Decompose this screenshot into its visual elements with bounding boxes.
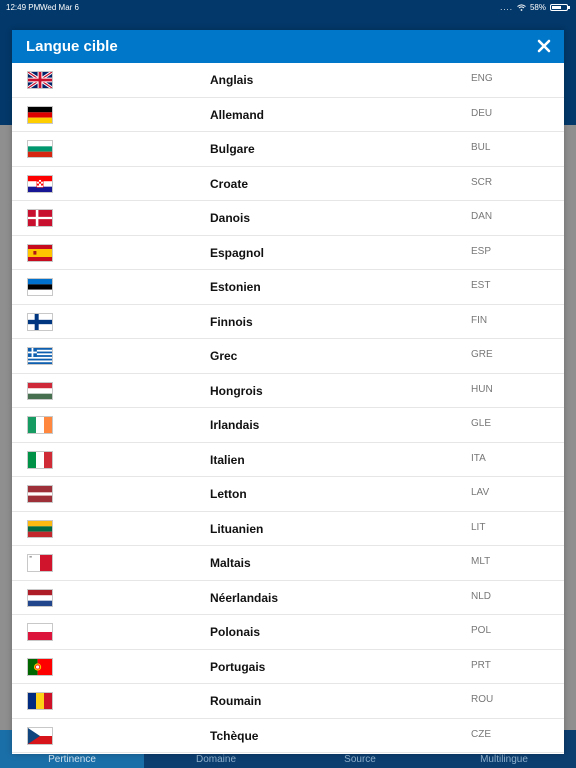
language-name: Croate [210, 176, 249, 191]
language-row[interactable]: Estonien EST [12, 270, 564, 305]
language-code: ROU [471, 694, 494, 705]
language-row[interactable]: Maltais MLT [12, 546, 564, 581]
language-row[interactable]: Grec GRE [12, 339, 564, 374]
latvia-flag-icon [27, 485, 53, 503]
language-name: Anglais [210, 73, 254, 87]
language-row[interactable]: Espagnol ESP [12, 236, 564, 270]
language-name: Hongrois [210, 383, 263, 398]
language-row[interactable]: Hongrois HUN [12, 374, 564, 408]
language-row[interactable]: Allemand DEU [12, 98, 564, 132]
language-code: DAN [471, 211, 493, 222]
language-row[interactable]: Bulgare BUL [12, 132, 564, 167]
battery-icon [550, 4, 570, 11]
multitasking-dots-icon: .... [500, 3, 513, 12]
language-row[interactable]: Anglais ENG [12, 63, 564, 98]
language-row[interactable]: Lituanien LIT [12, 512, 564, 546]
romania-flag-icon [27, 692, 53, 710]
denmark-flag-icon [27, 209, 53, 227]
language-row[interactable]: Letton LAV [12, 477, 564, 512]
language-name: Roumain [210, 694, 262, 708]
language-code: PRT [471, 659, 491, 671]
language-name: Grec [210, 349, 238, 363]
language-row[interactable]: Croate SCR [12, 167, 564, 201]
language-code: FIN [471, 314, 488, 326]
wifi-icon [517, 4, 526, 11]
modal-title: Langue cible [26, 38, 118, 55]
status-date: Wed Mar 6 [40, 3, 79, 12]
language-code: MLT [471, 556, 491, 567]
malta-flag-icon [27, 554, 53, 572]
language-code: GRE [471, 349, 493, 360]
language-row[interactable]: Finnois FIN [12, 305, 564, 339]
language-name: Finnois [210, 314, 253, 329]
croatia-flag-icon [27, 174, 53, 193]
language-code: ENG [471, 73, 493, 84]
language-name: Tchèque [210, 728, 259, 743]
lithuania-flag-icon [27, 519, 53, 538]
language-name: Lituanien [210, 521, 264, 536]
language-code: HUN [471, 383, 493, 395]
tab-label: Domaine [195, 754, 237, 765]
language-name: Italien [210, 452, 245, 467]
uk-flag-icon [27, 71, 53, 89]
language-name: Bulgare [210, 142, 255, 156]
target-language-modal: Langue cible Anglais ENG Allemand DEU Bu… [12, 30, 564, 754]
status-indicators: .... 58% [500, 3, 570, 12]
germany-flag-icon [27, 105, 53, 124]
language-name: Irlandais [210, 418, 260, 432]
spain-flag-icon [27, 243, 53, 262]
ireland-flag-icon [27, 416, 53, 434]
language-name: Portugais [210, 659, 266, 674]
language-code: SCR [471, 176, 493, 188]
language-row[interactable]: Irlandais GLE [12, 408, 564, 443]
language-code: LAV [471, 487, 490, 498]
language-name: Maltais [210, 556, 251, 570]
status-bar: 12:49 PM Wed Mar 6 .... 58% [0, 0, 576, 16]
hungary-flag-icon [27, 381, 53, 400]
italy-flag-icon [27, 450, 53, 469]
finland-flag-icon [27, 312, 53, 331]
czech-flag-icon [27, 726, 53, 745]
greece-flag-icon [27, 347, 53, 365]
language-code: GLE [471, 418, 492, 429]
language-code: DEU [471, 107, 493, 119]
status-time: 12:49 PM [6, 3, 41, 12]
language-code: NLD [471, 590, 492, 602]
language-list: Anglais ENG Allemand DEU Bulgare BUL Cro… [12, 63, 564, 753]
language-code: CZE [471, 728, 491, 740]
close-icon[interactable] [536, 38, 552, 54]
bulgaria-flag-icon [27, 140, 53, 158]
language-code: ITA [471, 452, 486, 464]
language-code: BUL [471, 142, 491, 153]
tab-label: Multilingue [480, 754, 528, 765]
tab-label: Pertinence [48, 754, 96, 765]
language-row[interactable]: Danois DAN [12, 201, 564, 236]
modal-header: Langue cible [12, 30, 564, 63]
poland-flag-icon [27, 623, 53, 641]
language-row[interactable]: Néerlandais NLD [12, 581, 564, 615]
language-code: EST [471, 280, 491, 291]
language-code: LIT [471, 521, 486, 533]
language-row[interactable]: Tchèque CZE [12, 719, 564, 753]
battery-percent: 58% [529, 3, 546, 12]
language-name: Letton [210, 487, 247, 501]
estonia-flag-icon [27, 278, 53, 296]
language-code: ESP [471, 245, 492, 257]
language-row[interactable]: Polonais POL [12, 615, 564, 650]
language-name: Allemand [210, 107, 265, 122]
language-code: POL [471, 625, 492, 636]
language-row[interactable]: Roumain ROU [12, 684, 564, 719]
netherlands-flag-icon [27, 588, 53, 607]
language-name: Estonien [210, 280, 261, 294]
tab-label: Source [344, 754, 376, 765]
language-name: Néerlandais [210, 590, 279, 605]
language-name: Espagnol [210, 245, 265, 260]
portugal-flag-icon [27, 657, 53, 676]
language-name: Polonais [210, 625, 261, 639]
language-row[interactable]: Portugais PRT [12, 650, 564, 684]
language-row[interactable]: Italien ITA [12, 443, 564, 477]
language-name: Danois [210, 211, 251, 225]
